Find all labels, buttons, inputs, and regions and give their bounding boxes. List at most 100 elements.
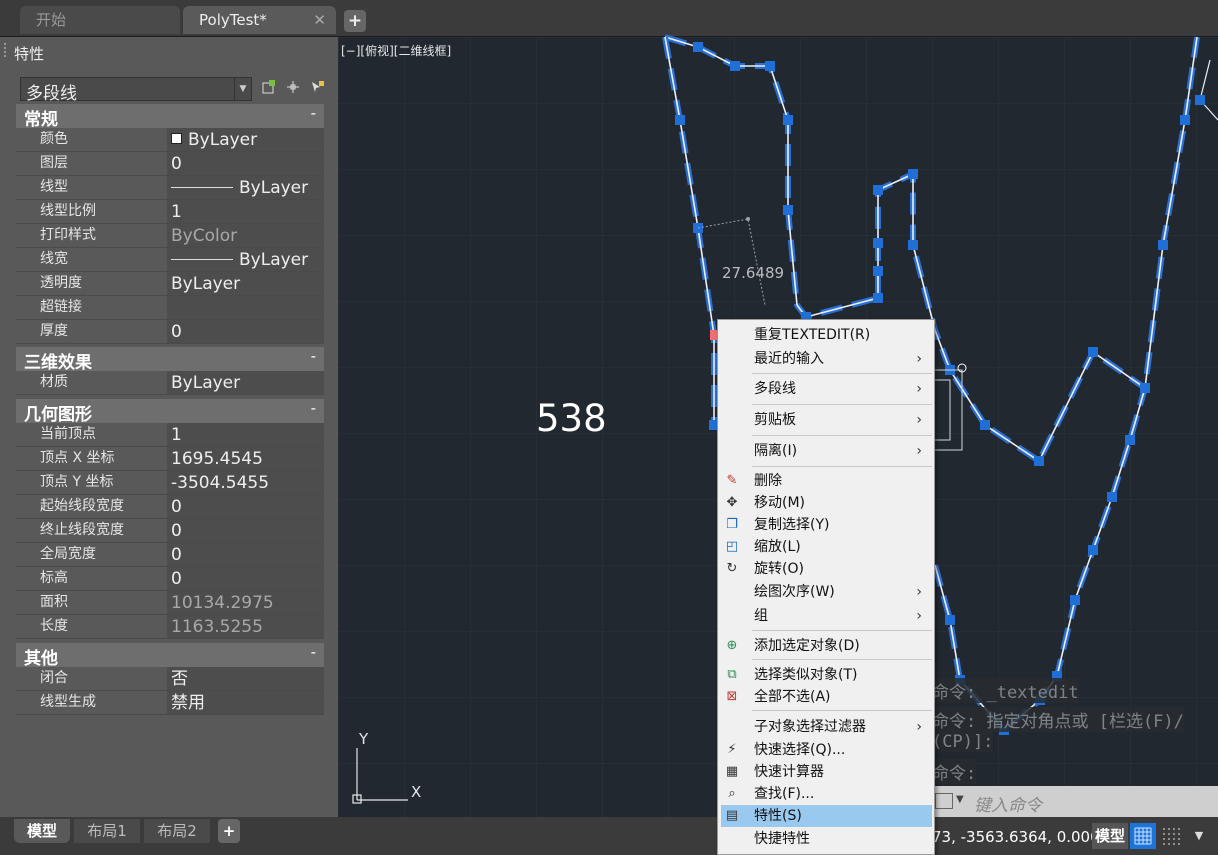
prop-row-thickness[interactable]: 厚度 0 xyxy=(16,320,324,344)
prop-row-global-width[interactable]: 全局宽度 0 xyxy=(16,543,324,567)
menu-item-rotate[interactable]: ↻ 旋转(O) xyxy=(718,558,934,580)
menu-item-find[interactable]: ⌕ 查找(F)... xyxy=(718,783,934,805)
prop-value[interactable]: 0 xyxy=(167,567,324,590)
prop-value[interactable]: 0 xyxy=(167,495,324,518)
grid-toggle-icon[interactable] xyxy=(1130,823,1156,849)
menu-item-group[interactable]: 组 › xyxy=(718,605,934,627)
prop-value[interactable]: ByLayer xyxy=(167,128,324,151)
prop-row-length[interactable]: 长度 1163.5255 xyxy=(16,615,324,639)
prop-value[interactable]: 0 xyxy=(167,543,324,566)
prop-row-vertex-y[interactable]: 顶点 Y 坐标 -3504.5455 xyxy=(16,471,324,495)
layout-tab-layout2[interactable]: 布局2 xyxy=(144,819,210,843)
menu-separator xyxy=(752,435,932,436)
prop-value[interactable]: ByLayer xyxy=(167,248,324,271)
prop-value[interactable] xyxy=(167,296,324,319)
prop-row-current-vertex[interactable]: 当前顶点 1 xyxy=(16,423,324,447)
collapse-icon[interactable]: - xyxy=(311,347,316,365)
prop-row-hyperlink[interactable]: 超链接 xyxy=(16,296,324,320)
menu-item-isolate[interactable]: 隔离(I) › xyxy=(718,440,934,462)
tab-polytest[interactable]: PolyTest* ✕ xyxy=(183,6,336,34)
menu-item-select-similar[interactable]: ⧉ 选择类似对象(T) xyxy=(718,664,934,686)
menu-item-polyline[interactable]: 多段线 › xyxy=(718,378,934,400)
menu-item-label: 快捷特性 xyxy=(754,831,810,847)
snap-toggle-icon[interactable] xyxy=(1158,823,1184,849)
close-tab-icon[interactable]: ✕ xyxy=(313,6,326,34)
prop-value[interactable]: 1 xyxy=(167,423,324,446)
prop-row-elevation[interactable]: 标高 0 xyxy=(16,567,324,591)
section-3d-effects[interactable]: 三维效果 - xyxy=(16,347,324,373)
viewport-controls-label[interactable]: [−][俯视][二维线框] xyxy=(341,42,451,59)
prop-value: ByColor xyxy=(167,224,324,247)
cursor-coordinates[interactable]: 73, -3563.6364, 0.0000 xyxy=(932,828,1109,846)
prop-key: 标高 xyxy=(16,567,166,590)
menu-item-quickcalc[interactable]: ▦ 快速计算器 xyxy=(718,761,934,783)
section-general[interactable]: 常规 - xyxy=(16,104,324,130)
prop-row-plot-style[interactable]: 打印样式 ByColor xyxy=(16,224,324,248)
menu-separator xyxy=(752,373,932,374)
menu-item-deselect-all[interactable]: ⊠ 全部不选(A) xyxy=(718,686,934,708)
menu-item-quick-select[interactable]: ⚡ 快速选择(Q)... xyxy=(718,739,934,761)
prop-value[interactable]: 否 xyxy=(167,667,324,690)
menu-item-move[interactable]: ✥ 移动(M) xyxy=(718,492,934,514)
command-input[interactable]: ▼ 键入命令 xyxy=(932,786,1218,818)
prop-row-transparency[interactable]: 透明度 ByLayer xyxy=(16,272,324,296)
prop-row-start-width[interactable]: 起始线段宽度 0 xyxy=(16,495,324,519)
prop-row-material[interactable]: 材质 ByLayer xyxy=(16,371,324,395)
collapse-icon[interactable]: - xyxy=(311,399,316,417)
text-object-538[interactable]: 538 xyxy=(536,397,607,440)
quick-select-icon[interactable] xyxy=(308,79,326,97)
menu-item-clipboard[interactable]: 剪贴板 › xyxy=(718,409,934,431)
add-layout-button[interactable]: + xyxy=(218,819,240,843)
collapse-icon[interactable]: - xyxy=(311,104,316,122)
menu-item-label: 多段线 xyxy=(754,381,796,397)
menu-item-copy[interactable]: ❐ 复制选择(Y) xyxy=(718,514,934,536)
prop-row-layer[interactable]: 图层 0 xyxy=(16,152,324,176)
prop-value[interactable]: 0 xyxy=(167,519,324,542)
prop-row-color[interactable]: 颜色 ByLayer xyxy=(16,128,324,152)
menu-item-add-selected[interactable]: ⊕ 添加选定对象(D) xyxy=(718,635,934,657)
menu-item-scale[interactable]: ◰ 缩放(L) xyxy=(718,536,934,558)
tab-start[interactable]: 开始 xyxy=(20,6,180,34)
prop-row-linetype-scale[interactable]: 线型比例 1 xyxy=(16,200,324,224)
command-prompt-icon[interactable] xyxy=(935,793,953,809)
menu-item-subobject-filter[interactable]: 子对象选择过滤器 › xyxy=(718,716,934,738)
prop-value[interactable]: 1 xyxy=(167,200,324,223)
prop-value[interactable]: ByLayer xyxy=(167,371,324,394)
prop-row-linetype-gen[interactable]: 线型生成 禁用 xyxy=(16,691,324,715)
prop-value[interactable]: 0 xyxy=(167,152,324,175)
prop-value[interactable]: ByLayer xyxy=(167,176,324,199)
menu-item-recent-input[interactable]: 最近的输入 › xyxy=(718,348,934,370)
prop-value[interactable]: -3504.5455 xyxy=(167,471,324,494)
menu-item-repeat-textedit[interactable]: 重复TEXTEDIT(R) xyxy=(718,324,934,346)
prop-row-vertex-x[interactable]: 顶点 X 坐标 1695.4545 xyxy=(16,447,324,471)
menu-item-quick-properties[interactable]: 快捷特性 xyxy=(718,828,934,850)
prop-value[interactable]: 0 xyxy=(167,320,324,343)
chevron-down-icon[interactable]: ▼ xyxy=(956,794,964,805)
toggle-pickadd-icon[interactable] xyxy=(260,79,278,97)
prop-key: 透明度 xyxy=(16,272,166,295)
object-type-dropdown[interactable]: 多段线 ▼ xyxy=(20,77,252,104)
prop-row-linetype[interactable]: 线型 ByLayer xyxy=(16,176,324,200)
prop-value[interactable]: 禁用 xyxy=(167,691,324,714)
prop-row-area[interactable]: 面积 10134.2975 xyxy=(16,591,324,615)
chevron-down-icon[interactable]: ▼ xyxy=(1186,823,1212,849)
prop-row-closed[interactable]: 闭合 否 xyxy=(16,667,324,691)
prop-value[interactable]: ByLayer xyxy=(167,272,324,295)
section-misc[interactable]: 其他 - xyxy=(16,643,324,669)
model-space-button[interactable]: 模型 xyxy=(1092,823,1128,849)
palette-grip-icon[interactable] xyxy=(4,43,10,57)
prop-row-end-width[interactable]: 终止线段宽度 0 xyxy=(16,519,324,543)
new-tab-button[interactable]: + xyxy=(344,10,366,32)
layout-tab-model[interactable]: 模型 xyxy=(14,819,70,843)
prop-value[interactable]: 1695.4545 xyxy=(167,447,324,470)
section-geometry[interactable]: 几何图形 - xyxy=(16,399,324,425)
menu-item-properties[interactable]: ▤ 特性(S) xyxy=(721,805,932,827)
section-geometry-title: 几何图形 xyxy=(24,405,92,425)
collapse-icon[interactable]: - xyxy=(311,643,316,661)
menu-item-draw-order[interactable]: 绘图次序(W) › xyxy=(718,581,934,603)
select-objects-icon[interactable] xyxy=(284,79,302,97)
prop-row-lineweight[interactable]: 线宽 ByLayer xyxy=(16,248,324,272)
menu-item-erase[interactable]: ✎ 删除 xyxy=(718,470,934,492)
layout-tab-layout1[interactable]: 布局1 xyxy=(74,819,140,843)
dimension-value: 27.6489 xyxy=(722,264,785,282)
